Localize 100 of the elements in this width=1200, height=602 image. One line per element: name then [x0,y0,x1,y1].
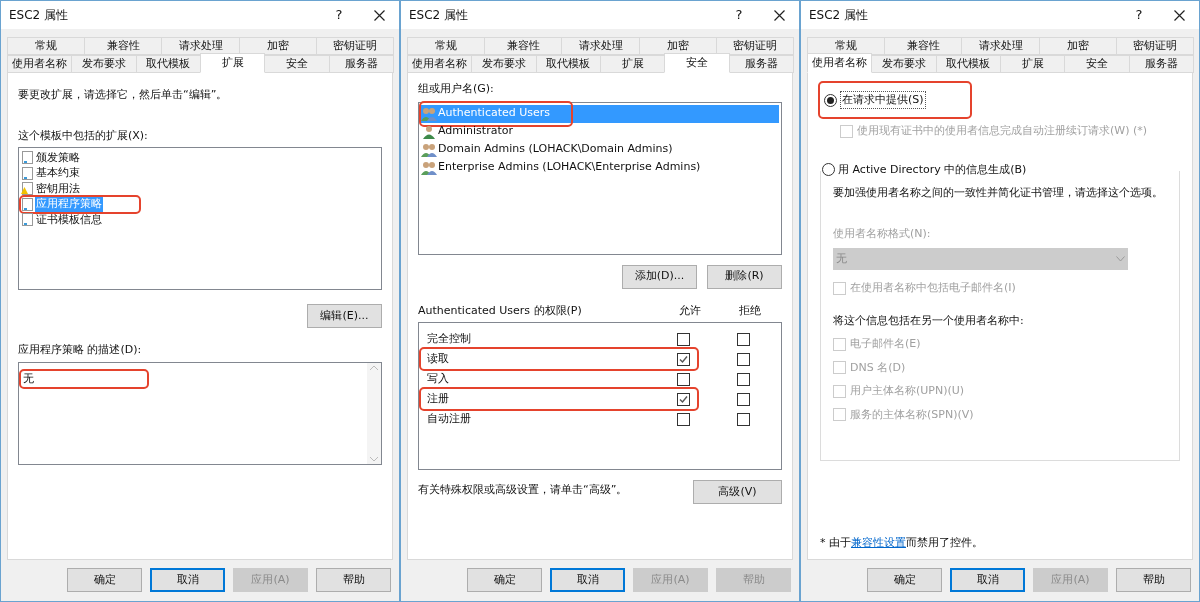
checkbox-label: 用户主体名称(UPN)(U) [850,383,965,399]
checkbox[interactable] [676,392,690,406]
description-label: 应用程序策略 的描述(D): [18,342,143,358]
checkbox[interactable] [736,412,750,426]
tab[interactable]: 扩展 [200,53,266,73]
group-description: 要加强使用者名称之间的一致性并简化证书管理，请选择这个选项。 [833,185,1164,201]
dialog-button[interactable]: 取消 [150,568,225,592]
key-warning-icon [21,182,33,196]
advanced-note: 有关特殊权限或高级设置，请单击“高级”。 [418,482,628,498]
radio-label: 在请求中提供(S) [840,90,926,110]
footnote-text: * 由于兼容性设置而禁用了控件。 [820,534,984,551]
alt-names-label: 将这个信息包括在另一个使用者名称中: [833,312,1025,329]
tab[interactable]: 加密 [238,37,317,55]
user-item[interactable]: Domain Admins (LOHACK\Domain Admins) [421,140,779,159]
permissions-label: Authenticated Users 的权限(P) [418,302,583,319]
tab[interactable]: 常规 [807,37,886,55]
column-header: 拒绝 [738,302,762,319]
instruction-text: 要更改扩展，请选择它，然后单击“编辑”。 [18,87,229,103]
tab[interactable]: 请求处理 [561,37,640,55]
list-label: 这个模板中包括的扩展(X): [18,127,149,144]
window-title: ESC2 属性 [809,7,870,24]
user-group-icon [421,142,437,157]
compatibility-link[interactable]: 兼容性设置 [851,535,906,549]
format-label: 使用者名称格式(N): [833,225,932,242]
tab[interactable]: 服务器 [1128,55,1194,73]
close-icon [1173,9,1185,21]
close-icon [373,9,385,21]
dialog-button[interactable]: 取消 [550,568,625,592]
permission-name: 完全控制 [427,330,472,347]
permission-name: 读取 [427,350,450,367]
checkbox-label: 在使用者名称中包括电子邮件名(I) [850,280,1016,296]
tab[interactable]: 兼容性 [884,37,963,55]
radio-button[interactable] [822,163,835,177]
extension-item[interactable]: 证书模板信息 [21,212,105,228]
document-icon [21,166,33,180]
checkbox[interactable] [676,332,690,346]
permission-name: 注册 [427,390,450,407]
tab[interactable]: 使用者名称 [807,53,873,73]
close-icon [773,9,785,21]
extension-item[interactable]: 密钥用法 [21,181,83,197]
dialog-button[interactable]: 确定 [867,568,942,592]
help-button[interactable]: ? [719,1,759,29]
dialog-button[interactable]: 确定 [67,568,142,592]
checkbox-label: 服务的主体名称(SPN)(V) [850,406,974,423]
permission-name: 自动注册 [427,410,472,427]
tab[interactable]: 服务器 [728,55,794,73]
checkbox[interactable] [676,412,690,426]
column-header: 允许 [678,302,702,319]
user-item[interactable]: Enterprise Admins (LOHACK\Enterprise Admins) [421,158,779,177]
tab[interactable]: 常规 [407,37,486,55]
user-group-icon [421,106,437,121]
document-icon [21,197,33,211]
window-title: ESC2 属性 [409,7,470,24]
permission-name: 写入 [427,370,450,387]
user-item[interactable]: Administrator [421,122,779,141]
checkbox[interactable] [736,392,750,406]
tab[interactable]: 请求处理 [161,37,240,55]
user-group-icon [421,160,437,175]
dialog-button[interactable]: 取消 [950,568,1025,592]
tab[interactable]: 密钥证明 [1115,37,1194,55]
dialog-button[interactable]: 编辑(E)... [307,304,382,328]
tab[interactable]: 兼容性 [484,37,563,55]
radio-button[interactable] [824,93,837,107]
extension-item[interactable]: 颁发策略 [21,150,83,166]
tab[interactable]: 使用者名称 [407,55,473,73]
dialog-button[interactable]: 帮助 [316,568,391,592]
checkbox[interactable] [676,352,690,366]
help-button[interactable]: ? [1119,1,1159,29]
checkbox[interactable] [736,372,750,386]
window-title: ESC2 属性 [9,7,70,24]
checkbox[interactable] [736,332,750,346]
checkbox-label: 电子邮件名(E) [850,336,921,352]
tab[interactable]: 兼容性 [84,37,163,55]
chevron-icon [1116,256,1125,262]
tab[interactable]: 加密 [638,37,717,55]
document-icon [21,213,33,227]
tab[interactable]: 请求处理 [961,37,1040,55]
user-icon [421,124,437,139]
checkbox-label: DNS 名(D) [850,359,906,376]
tab[interactable]: 密钥证明 [715,37,794,55]
dialog-button[interactable]: 删除(R) [707,264,782,289]
document-icon [21,151,33,165]
tab[interactable]: 加密 [1038,37,1117,55]
tab[interactable]: 服务器 [328,55,394,73]
dialog-button[interactable]: 确定 [467,568,542,592]
tab[interactable]: 常规 [7,37,86,55]
tab[interactable]: 密钥证明 [315,37,394,55]
description-text: 无 [21,370,147,387]
checkbox[interactable] [736,352,750,366]
extension-item[interactable]: 基本约束 [21,165,83,181]
help-button[interactable]: ? [319,1,359,29]
tab[interactable]: 安全 [664,53,730,73]
tab[interactable]: 使用者名称 [7,55,73,73]
dialog-button[interactable]: 添加(D)... [622,264,697,289]
dialog-button[interactable]: 高级(V) [693,480,782,504]
users-label: 组或用户名(G): [418,81,495,97]
checkbox[interactable] [676,372,690,386]
radio-label: 用 Active Directory 中的信息生成(B) [838,161,1027,178]
dialog-button[interactable]: 帮助 [1116,568,1191,592]
checkbox-label: 使用现有证书中的使用者信息完成自动注册续订请求(W) (*) [857,123,1148,139]
